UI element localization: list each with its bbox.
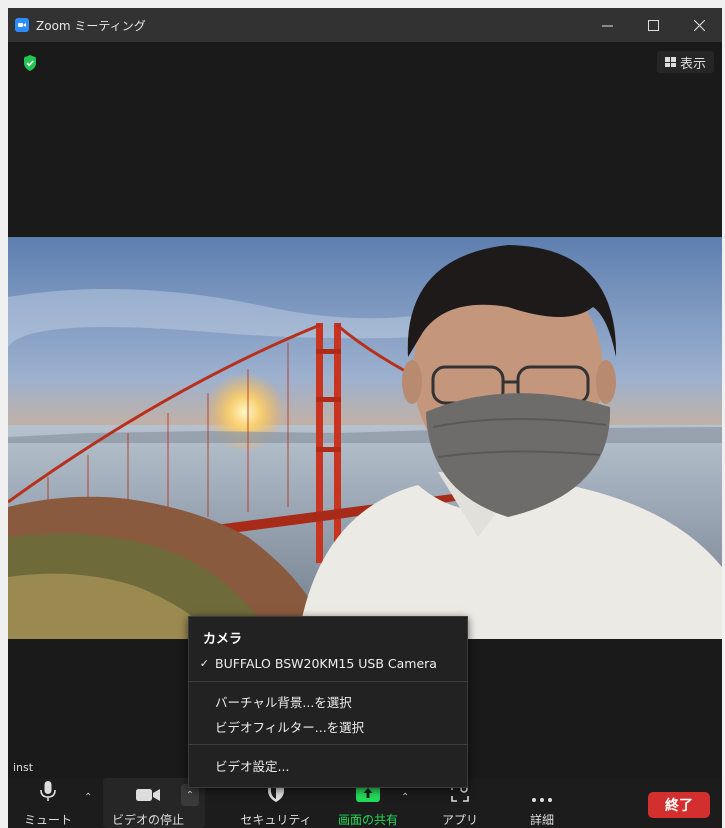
video-filter-option[interactable]: ビデオフィルター...を選択 [189,714,467,738]
security-label: セキュリティ [240,813,312,827]
view-button[interactable]: 表示 [657,51,714,73]
maximize-icon [647,19,659,31]
checkmark-icon: ✓ [199,656,209,670]
menu-divider [189,681,467,682]
share-options-chevron-up-icon[interactable]: ⌃ [401,792,409,803]
more-label: 詳細 [529,813,554,827]
close-icon [693,19,705,31]
video-camera-icon [136,789,160,801]
camera-menu-heading: カメラ [203,632,243,647]
camera-name: BUFFALO BSW20KM15 USB Camera [215,655,437,671]
menu-divider [189,744,467,745]
apps-label: アプリ [441,813,478,827]
audio-options-chevron-up-icon[interactable]: ⌃ [84,792,92,803]
microphone-icon [40,781,56,801]
zoom-logo-icon [15,18,29,32]
maximize-button[interactable] [630,8,676,42]
virtual-background-label: バーチャル背景...を選択 [215,694,352,710]
encryption-shield-icon[interactable] [23,55,37,71]
participant-name: inst [10,760,37,775]
view-grid-icon [664,57,676,67]
zoom-window: Zoom ミーティング 表示 inst ミュート ⌃ ビデオの停止 ⌃ セキュリ… [8,8,722,828]
video-settings-option[interactable]: ビデオ設定... [189,753,467,777]
camera-options-menu: カメラ ✓ BUFFALO BSW20KM15 USB Camera バーチャル… [188,616,468,788]
video-settings-label: ビデオ設定... [215,758,290,774]
video-feed [8,237,722,639]
virtual-background-option[interactable]: バーチャル背景...を選択 [189,689,467,713]
video-label: ビデオの停止 [112,813,185,827]
mute-button[interactable]: ミュート [23,778,73,828]
view-button-label: 表示 [679,56,706,72]
video-filter-label: ビデオフィルター...を選択 [215,719,365,735]
more-button[interactable]: 詳細 [520,778,564,828]
minimize-button[interactable] [584,8,630,42]
share-label: 画面の共有 [337,813,398,827]
mute-label: ミュート [23,813,72,827]
stop-video-button[interactable]: ビデオの停止 [112,778,185,828]
camera-option[interactable]: ✓ BUFFALO BSW20KM15 USB Camera [189,651,467,675]
title-bar: Zoom ミーティング [8,8,722,42]
window-title: Zoom ミーティング [36,18,146,33]
virtual-background-image [8,237,722,639]
close-button[interactable] [676,8,722,42]
minimize-icon [601,25,613,26]
end-meeting-button[interactable]: 終了 [648,792,710,818]
more-icon [532,798,552,802]
